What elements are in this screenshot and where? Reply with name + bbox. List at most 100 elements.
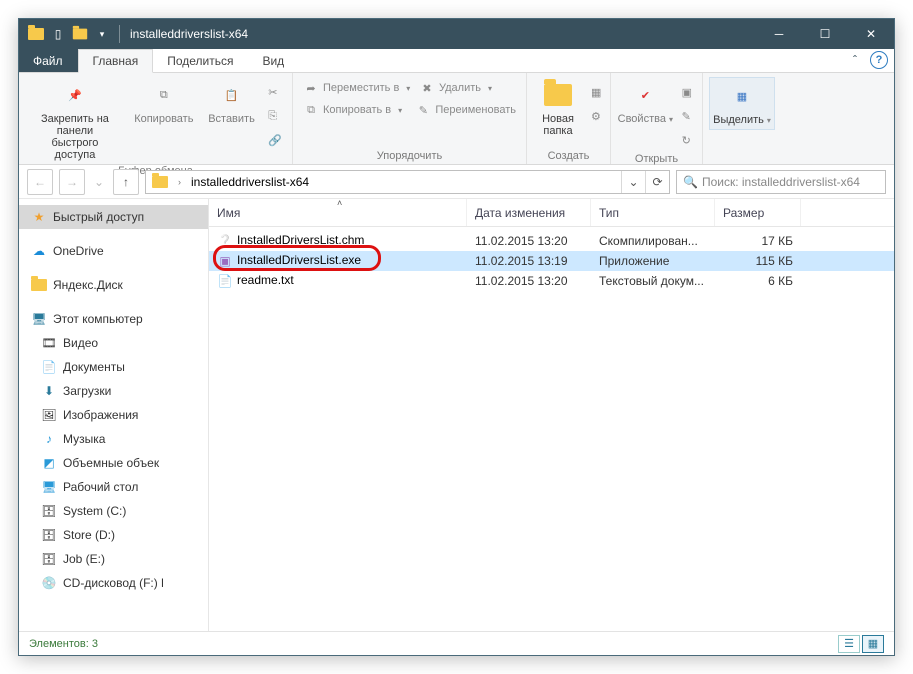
select-button[interactable]: ▦ Выделить [709, 77, 775, 130]
nav-forward-button[interactable]: → [59, 169, 85, 195]
tab-view[interactable]: Вид [248, 49, 299, 72]
chm-file-icon: ❔ [217, 233, 233, 249]
edit-icon[interactable]: ✎ [678, 105, 696, 127]
ribbon-collapse-icon[interactable]: ˆ [846, 51, 864, 69]
music-icon: ♪ [41, 431, 57, 447]
qat-properties-icon[interactable]: ▯ [47, 23, 69, 45]
copy-icon: ⧉ [148, 79, 180, 111]
file-row[interactable]: ▣InstalledDriversList.exe 11.02.2015 13:… [209, 251, 894, 271]
qat-customize-icon[interactable]: ▾ [91, 23, 113, 45]
sidebar-item-videos[interactable]: 🎞Видео [19, 331, 208, 355]
sidebar-item-quickaccess[interactable]: ★Быстрый доступ [19, 205, 208, 229]
cut-icon[interactable]: ✂ [264, 81, 286, 103]
downloads-icon: ⬇ [41, 383, 57, 399]
paste-icon: 📋 [216, 79, 248, 111]
copy-to-icon: ⧉ [303, 102, 319, 118]
paste-label: Вставить [208, 113, 255, 125]
desktop-icon: 🖥 [41, 479, 57, 495]
group-new-label: Создать [533, 148, 604, 162]
search-input[interactable]: 🔍 Поиск: installeddriverslist-x64 [676, 170, 886, 194]
breadcrumb-root[interactable] [146, 176, 174, 188]
properties-button[interactable]: ✔ Свойства [617, 77, 674, 128]
group-organize-label: Упорядочить [299, 148, 520, 162]
move-to-button[interactable]: ➦Переместить в [299, 77, 415, 99]
select-icon: ▦ [726, 80, 758, 112]
sidebar-item-music[interactable]: ♪Музыка [19, 427, 208, 451]
nav-history-button[interactable]: ⌄ [91, 169, 107, 195]
drive-d-icon: 🗄 [41, 527, 57, 543]
history-icon[interactable]: ↻ [678, 129, 696, 151]
app-folder-icon [25, 23, 47, 45]
address-bar[interactable]: › installeddriverslist-x64 ⌄ ⟳ [145, 170, 670, 194]
sidebar-item-documents[interactable]: 📄Документы [19, 355, 208, 379]
column-header-size[interactable]: Размер [715, 199, 801, 226]
new-folder-label: Новая папка [542, 113, 574, 137]
move-to-icon: ➦ [303, 80, 319, 96]
pin-quickaccess-icon: 📌 [59, 79, 91, 111]
tab-file[interactable]: Файл [19, 49, 78, 72]
breadcrumb-folder[interactable]: installeddriverslist-x64 [185, 175, 315, 189]
breadcrumb-chevron-icon[interactable]: › [174, 177, 185, 187]
sidebar-item-drive-d[interactable]: 🗄Store (D:) [19, 523, 208, 547]
address-dropdown-icon[interactable]: ⌄ [621, 171, 645, 193]
qat-newfolder-icon[interactable] [69, 23, 91, 45]
easy-access-icon[interactable]: ⚙ [587, 105, 605, 127]
sidebar-item-onedrive[interactable]: ☁OneDrive [19, 239, 208, 263]
rename-button[interactable]: ✎Переименовать [411, 99, 520, 121]
column-header-date[interactable]: Дата изменения [467, 199, 591, 226]
delete-icon: ✖ [419, 80, 435, 96]
breadcrumb-folder-icon [152, 176, 168, 188]
nav-up-button[interactable]: ↑ [113, 169, 139, 195]
sidebar-item-3d[interactable]: ◩Объемные объек [19, 451, 208, 475]
view-large-button[interactable]: ▦ [862, 635, 884, 653]
tab-share[interactable]: Поделиться [153, 49, 248, 72]
open-icon[interactable]: ▣ [678, 81, 696, 103]
column-header-type[interactable]: Тип [591, 199, 715, 226]
nav-back-button[interactable]: ← [27, 169, 53, 195]
optical-icon: 💿 [41, 575, 57, 591]
sidebar-item-yandex[interactable]: Яндекс.Диск [19, 273, 208, 297]
paste-shortcut-icon[interactable]: 🔗 [264, 129, 286, 151]
sidebar-item-pictures[interactable]: 🖼Изображения [19, 403, 208, 427]
file-row[interactable]: 📄readme.txt 11.02.2015 13:20 Текстовый д… [209, 271, 894, 291]
copy-label: Копировать [134, 113, 193, 125]
new-item-icon[interactable]: ▦ [587, 81, 605, 103]
new-folder-button[interactable]: Новая папка [533, 77, 583, 139]
sidebar-item-downloads[interactable]: ⬇Загрузки [19, 379, 208, 403]
copy-to-button[interactable]: ⧉Копировать в [299, 99, 411, 121]
copy-path-icon[interactable]: ⎘ [264, 105, 286, 127]
rename-icon: ✎ [415, 102, 431, 118]
minimize-button[interactable]: ─ [756, 19, 802, 49]
maximize-button[interactable]: ☐ [802, 19, 848, 49]
select-label: Выделить [713, 114, 771, 127]
help-icon[interactable]: ? [870, 51, 888, 69]
body: ★Быстрый доступ ☁OneDrive Яндекс.Диск 🖥Э… [19, 199, 894, 631]
sidebar-item-drive-e[interactable]: 🗄Job (E:) [19, 547, 208, 571]
pin-quickaccess-button[interactable]: 📌 Закрепить на панели быстрого доступа [25, 77, 125, 163]
address-refresh-icon[interactable]: ⟳ [645, 171, 669, 193]
view-details-button[interactable]: ☰ [838, 635, 860, 653]
onedrive-icon: ☁ [31, 243, 47, 259]
search-icon: 🔍 [683, 175, 698, 189]
new-folder-icon [542, 79, 574, 111]
group-open-label: Открыть [617, 151, 696, 165]
sidebar-item-drive-f[interactable]: 💿CD-дисковод (F:) l [19, 571, 208, 595]
copy-button[interactable]: ⧉ Копировать [129, 77, 199, 127]
titlebar: ▯ ▾ installeddriverslist-x64 ─ ☐ ✕ [19, 19, 894, 49]
navigation-pane: ★Быстрый доступ ☁OneDrive Яндекс.Диск 🖥Э… [19, 199, 209, 631]
window-title: installeddriverslist-x64 [130, 27, 248, 41]
file-row[interactable]: ❔InstalledDriversList.chm 11.02.2015 13:… [209, 231, 894, 251]
close-button[interactable]: ✕ [848, 19, 894, 49]
sidebar-item-pc[interactable]: 🖥Этот компьютер [19, 307, 208, 331]
tab-home[interactable]: Главная [78, 49, 154, 73]
sidebar-item-drive-c[interactable]: 🗄System (C:) [19, 499, 208, 523]
address-row: ← → ⌄ ↑ › installeddriverslist-x64 ⌄ ⟳ 🔍… [19, 165, 894, 199]
pictures-icon: 🖼 [41, 407, 57, 423]
sidebar-item-desktop[interactable]: 🖥Рабочий стол [19, 475, 208, 499]
file-list: ❔InstalledDriversList.chm 11.02.2015 13:… [209, 227, 894, 631]
pin-quickaccess-label: Закрепить на панели быстрого доступа [31, 113, 119, 161]
titlebar-separator [119, 25, 120, 43]
drive-e-icon: 🗄 [41, 551, 57, 567]
delete-button[interactable]: ✖Удалить [415, 77, 515, 99]
paste-button[interactable]: 📋 Вставить [203, 77, 261, 127]
